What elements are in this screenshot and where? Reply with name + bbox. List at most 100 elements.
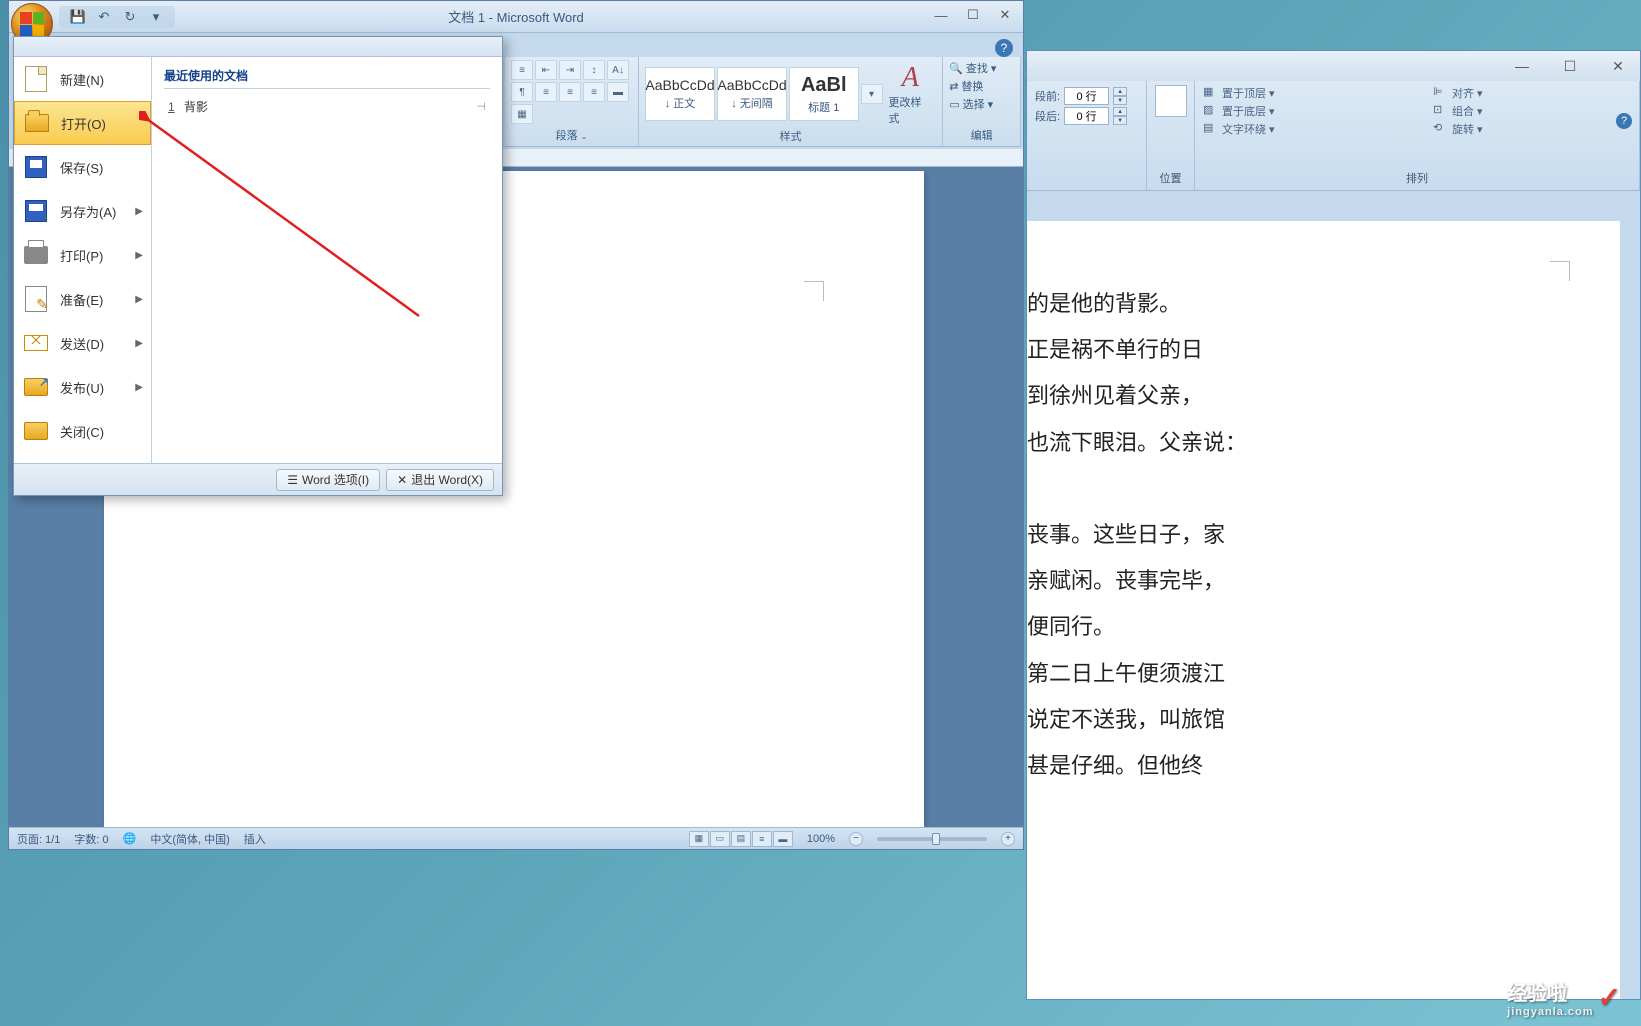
styles-group: AaBbCcDd ↓ 正文 AaBbCcDd ↓ 无间隔 AaBl 标题 1 ▾…: [639, 57, 943, 146]
position-icon[interactable]: [1155, 85, 1187, 117]
rotate-button[interactable]: ⟲旋转 ▾: [1433, 121, 1631, 137]
folder-open-icon: [25, 114, 49, 132]
send-back-button[interactable]: ▨置于底层 ▾: [1203, 103, 1423, 119]
menu-new[interactable]: 新建(N): [14, 57, 151, 101]
view-outline[interactable]: ≡: [752, 831, 772, 847]
indent-inc-button[interactable]: ⇥: [559, 60, 581, 80]
view-reading[interactable]: ▭: [710, 831, 730, 847]
recent-doc-item[interactable]: 1 背影 ⊣: [164, 95, 490, 118]
spacing-after-input[interactable]: [1064, 107, 1109, 125]
menu-open[interactable]: 打开(O): [14, 101, 151, 145]
maximize-button[interactable]: ☐: [959, 6, 987, 24]
paragraph-label: 段落: [556, 130, 578, 142]
submenu-arrow-icon: ▶: [135, 382, 143, 393]
menu-prepare[interactable]: 准备(E)▶: [14, 277, 151, 321]
title-bar: 💾 ↶ ↻ ▾ 文档 1 - Microsoft Word — ☐ ✕: [9, 1, 1023, 33]
exit-word-button[interactable]: ✕退出 Word(X): [386, 469, 494, 491]
sort-button[interactable]: A↓: [607, 60, 629, 80]
find-button[interactable]: 🔍查找 ▾: [949, 60, 1014, 76]
bg-minimize-button[interactable]: —: [1508, 56, 1536, 76]
status-language[interactable]: 中文(简体, 中国): [150, 831, 229, 847]
menu-save[interactable]: 保存(S): [14, 145, 151, 189]
status-mode[interactable]: 插入: [244, 831, 266, 847]
qat-more-button[interactable]: ▾: [147, 8, 165, 26]
minimize-button[interactable]: —: [927, 6, 955, 24]
pin-icon[interactable]: ⊣: [476, 100, 486, 113]
spinner-up[interactable]: ▲: [1113, 87, 1127, 96]
group-button[interactable]: ⊡组合 ▾: [1433, 103, 1631, 119]
shading-button[interactable]: ▬: [607, 82, 629, 102]
find-icon: 🔍: [949, 62, 963, 75]
printer-icon: [24, 246, 48, 264]
status-page[interactable]: 页面: 1/1: [17, 831, 60, 847]
menu-print[interactable]: 打印(P)▶: [14, 233, 151, 277]
border-button[interactable]: ▦: [511, 104, 533, 124]
spacing-before-input[interactable]: [1064, 87, 1109, 105]
zoom-in-button[interactable]: +: [1001, 832, 1015, 846]
spinner-up[interactable]: ▲: [1113, 107, 1127, 116]
exit-icon: ✕: [397, 473, 407, 487]
bg-maximize-button[interactable]: ☐: [1556, 56, 1584, 76]
office-logo-icon: [20, 12, 44, 36]
quick-access-toolbar: 💾 ↶ ↻ ▾: [59, 6, 175, 28]
submenu-arrow-icon: ▶: [135, 206, 143, 217]
submenu-arrow-icon: ▶: [135, 294, 143, 305]
zoom-slider[interactable]: [877, 837, 987, 841]
select-icon: ▭: [949, 98, 959, 111]
bg-spacing-group: 段前: ▲▼ 段后: ▲▼: [1027, 81, 1147, 190]
style-heading1[interactable]: AaBl 标题 1: [789, 67, 859, 121]
spinner-down[interactable]: ▼: [1113, 116, 1127, 125]
text-wrap-button[interactable]: ▤文字环绕 ▾: [1203, 121, 1423, 137]
spinner-down[interactable]: ▼: [1113, 96, 1127, 105]
status-words[interactable]: 字数: 0: [74, 831, 108, 847]
submenu-arrow-icon: ▶: [135, 338, 143, 349]
paragraph-launcher-icon[interactable]: ⌄: [581, 132, 588, 141]
bg-close-button[interactable]: ✕: [1604, 56, 1632, 76]
bg-document: 的是他的背影。 正是祸不单行的日到徐州见着父亲，也流下眼泪。父亲说： 丧事。这些…: [1027, 221, 1620, 999]
menu-close[interactable]: 关闭(C): [14, 409, 151, 453]
word-options-button[interactable]: ☰Word 选项(I): [276, 469, 380, 491]
qat-redo-button[interactable]: ↻: [121, 8, 139, 26]
qat-undo-button[interactable]: ↶: [95, 8, 113, 26]
view-draft[interactable]: ▬: [773, 831, 793, 847]
watermark-text: 经验啦: [1507, 983, 1567, 1005]
linespace-button[interactable]: ↕: [583, 60, 605, 80]
view-print-layout[interactable]: ▦: [689, 831, 709, 847]
menu-saveas[interactable]: 另存为(A)▶: [14, 189, 151, 233]
zoom-thumb[interactable]: [932, 833, 940, 845]
zoom-out-button[interactable]: −: [849, 832, 863, 846]
front-word-window: 💾 ↶ ↻ ▾ 文档 1 - Microsoft Word — ☐ ✕ ? ≡ …: [8, 0, 1024, 850]
editing-label: 编辑: [949, 127, 1014, 143]
view-web[interactable]: ▤: [731, 831, 751, 847]
select-button[interactable]: ▭选择 ▾: [949, 96, 1014, 112]
office-menu-header: [14, 37, 502, 57]
align-button[interactable]: ⊫对齐 ▾: [1433, 85, 1631, 101]
close-button[interactable]: ✕: [991, 6, 1019, 24]
view-buttons: ▦ ▭ ▤ ≡ ▬: [689, 831, 793, 847]
help-icon[interactable]: ?: [995, 39, 1013, 57]
close-folder-icon: [24, 422, 48, 440]
envelope-icon: [24, 335, 48, 351]
replace-button[interactable]: ⇄替换: [949, 78, 1014, 94]
styles-more-button[interactable]: ▾: [861, 84, 883, 104]
list-button[interactable]: ≡: [511, 60, 533, 80]
change-styles-button[interactable]: A 更改样式: [885, 60, 937, 128]
align-left-button[interactable]: ≡: [535, 82, 557, 102]
office-menu-commands: 新建(N) 打开(O) 保存(S) 另存为(A)▶ 打印(P)▶ 准备(E)▶ …: [14, 57, 152, 463]
bring-front-button[interactable]: ▦置于顶层 ▾: [1203, 85, 1423, 101]
checkmark-icon: ✓: [1598, 981, 1621, 1014]
status-bar: 页面: 1/1 字数: 0 🌐 中文(简体, 中国) 插入 ▦ ▭ ▤ ≡ ▬ …: [9, 827, 1023, 849]
bg-help-icon[interactable]: ?: [1616, 113, 1632, 129]
zoom-level[interactable]: 100%: [807, 833, 835, 845]
menu-publish[interactable]: 发布(U)▶: [14, 365, 151, 409]
style-nospace[interactable]: AaBbCcDd ↓ 无间隔: [717, 67, 787, 121]
style-normal[interactable]: AaBbCcDd ↓ 正文: [645, 67, 715, 121]
background-word-window: — ☐ ✕ ? 段前: ▲▼ 段后: ▲▼ 位置: [1026, 50, 1641, 1000]
qat-save-button[interactable]: 💾: [69, 8, 87, 26]
menu-send[interactable]: 发送(D)▶: [14, 321, 151, 365]
align-right-button[interactable]: ≡: [583, 82, 605, 102]
indent-dec-button[interactable]: ⇤: [535, 60, 557, 80]
marks-button[interactable]: ¶: [511, 82, 533, 102]
style-nospace-sample: AaBbCcDd: [717, 77, 786, 93]
align-center-button[interactable]: ≡: [559, 82, 581, 102]
